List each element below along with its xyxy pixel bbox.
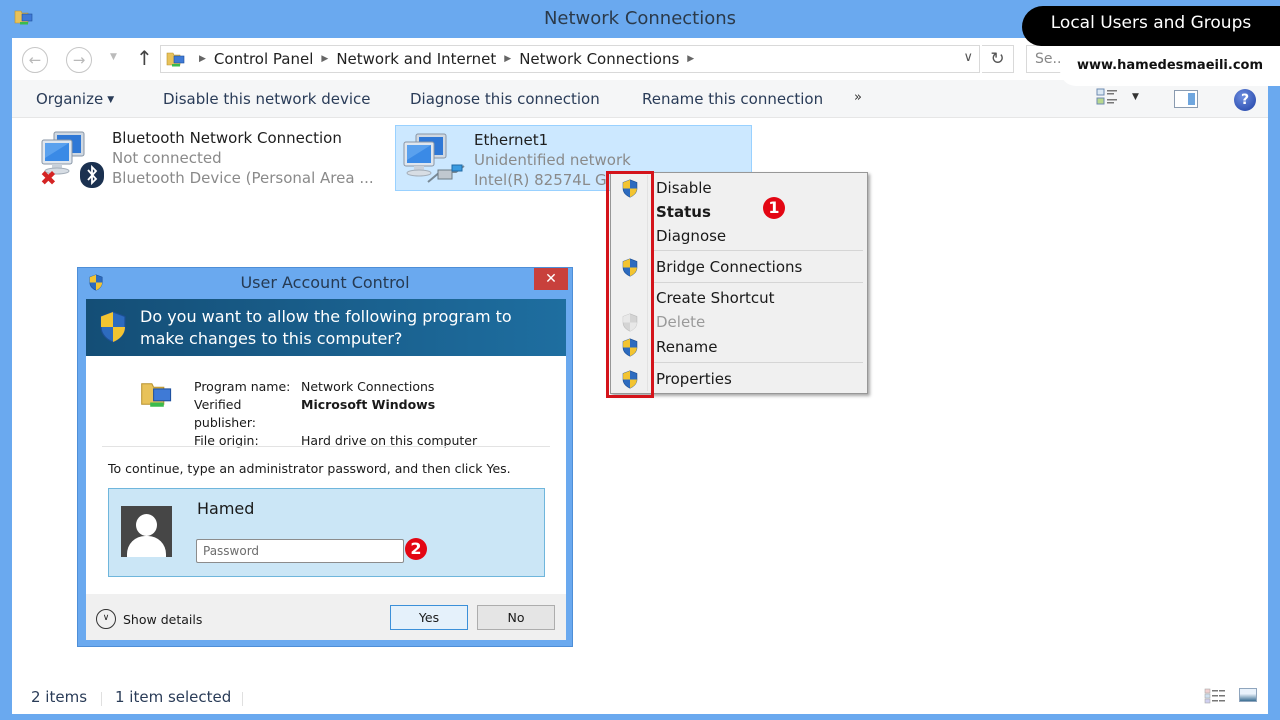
uac-dialog: User Account Control ✕ Do you want to al… xyxy=(77,267,573,647)
uac-question: Do you want to allow the following progr… xyxy=(140,307,512,348)
rename-connection-button[interactable]: Rename this connection xyxy=(642,90,823,108)
chevron-right-icon[interactable]: ▶ xyxy=(687,54,694,64)
menu-separator xyxy=(653,250,863,251)
publisher-value: Microsoft Windows xyxy=(301,397,436,412)
show-details-button[interactable]: ∨ Show details xyxy=(96,609,202,629)
username: Hamed xyxy=(197,499,255,518)
chevron-right-icon[interactable]: ▶ xyxy=(199,54,206,64)
program-name-value: Network Connections xyxy=(301,379,435,394)
breadcrumb-control-panel[interactable]: Control Panel xyxy=(214,50,313,68)
user-avatar-icon xyxy=(121,506,172,557)
close-icon: ✕ xyxy=(545,271,557,287)
diagnose-connection-button[interactable]: Diagnose this connection xyxy=(410,90,600,108)
organize-button[interactable]: Organize ▼ xyxy=(36,90,114,108)
dialog-title: User Account Control xyxy=(240,273,410,292)
chevron-down-icon: ∨ xyxy=(96,609,116,629)
status-divider xyxy=(242,692,243,706)
refresh-icon: ↻ xyxy=(990,49,1005,69)
address-history-dropdown[interactable]: ∨ xyxy=(963,50,973,65)
selected-count: 1 item selected xyxy=(115,688,232,706)
breadcrumb-network-and-internet[interactable]: Network and Internet xyxy=(336,50,496,68)
uac-body: Program name: Network Connections Verifie… xyxy=(86,356,566,594)
network-folder-icon xyxy=(140,378,174,410)
address-bar[interactable]: ▶ Control Panel ▶ Network and Internet ▶… xyxy=(160,45,980,73)
breadcrumb: ▶ Control Panel ▶ Network and Internet ▶… xyxy=(191,50,702,68)
bluetooth-icon xyxy=(80,162,104,188)
network-folder-icon xyxy=(166,50,186,68)
uac-header: Do you want to allow the following progr… xyxy=(86,299,566,356)
arrow-up-icon: ↑ xyxy=(136,46,153,70)
no-button[interactable]: No xyxy=(477,605,555,630)
arrow-right-icon: → xyxy=(72,51,86,69)
watermark-url: www.hamedesmaeili.com xyxy=(1076,58,1263,73)
disable-device-button[interactable]: Disable this network device xyxy=(163,90,371,108)
credential-tile: Hamed xyxy=(108,488,545,577)
step-badge-1: 1 xyxy=(763,197,785,219)
connection-text: Bluetooth Network Connection Not connect… xyxy=(112,128,374,188)
connection-name: Ethernet1 xyxy=(474,131,549,149)
large-icons-view-icon[interactable] xyxy=(1239,688,1257,702)
up-button[interactable]: ↑ xyxy=(136,46,153,70)
item-count: 2 items xyxy=(31,688,88,706)
program-info: Program name: Network Connections Verifie… xyxy=(194,378,477,450)
password-field[interactable] xyxy=(196,539,404,563)
back-button[interactable]: ← xyxy=(22,47,48,73)
divider xyxy=(102,446,550,447)
view-options-dropdown[interactable]: ▼ xyxy=(1132,92,1139,102)
preview-pane-icon[interactable] xyxy=(1174,90,1198,108)
details-view-icon[interactable] xyxy=(1204,688,1226,704)
more-commands-button[interactable]: » xyxy=(854,90,862,105)
status-divider xyxy=(101,692,102,706)
menu-separator xyxy=(653,362,863,363)
yes-button[interactable]: Yes xyxy=(390,605,468,630)
breadcrumb-network-connections[interactable]: Network Connections xyxy=(519,50,679,68)
ethernet-cable-icon xyxy=(427,164,465,183)
watermark-title: Local Users and Groups xyxy=(1050,13,1252,33)
forward-button[interactable]: → xyxy=(66,47,92,73)
file-origin-label: File origin: xyxy=(194,433,259,448)
shield-highlight-annotation xyxy=(606,171,654,398)
uac-footer: ∨ Show details Yes No xyxy=(86,594,566,640)
publisher-label: Verified publisher: xyxy=(194,397,256,430)
chevron-right-icon[interactable]: ▶ xyxy=(504,54,511,64)
arrow-left-icon: ← xyxy=(28,51,42,69)
menu-separator xyxy=(653,282,863,283)
chevron-right-icon[interactable]: ▶ xyxy=(321,54,328,64)
file-origin-value: Hard drive on this computer xyxy=(301,433,478,448)
connection-name: Bluetooth Network Connection xyxy=(112,129,342,147)
help-icon[interactable]: ? xyxy=(1234,89,1256,111)
disconnected-x-icon: ✖ xyxy=(40,166,57,190)
step-badge-2: 2 xyxy=(405,538,427,560)
password-prompt: To continue, type an administrator passw… xyxy=(108,461,511,476)
connection-status: Not connected xyxy=(112,149,222,167)
refresh-button[interactable]: ↻ xyxy=(982,45,1014,73)
uac-shield-icon xyxy=(98,310,128,344)
program-name-label: Program name: xyxy=(194,379,291,394)
status-bar: 2 items 1 item selected xyxy=(12,684,1268,714)
close-button[interactable]: ✕ xyxy=(534,268,568,290)
connection-status: Unidentified network xyxy=(474,151,631,169)
change-view-icon[interactable] xyxy=(1096,88,1118,106)
caret-down-icon: ▼ xyxy=(107,95,115,105)
connection-device: Bluetooth Device (Personal Area ... xyxy=(112,169,374,187)
connection-item-bluetooth[interactable]: ✖ Bluetooth Network Connection Not conne… xyxy=(34,124,384,190)
recent-locations-dropdown[interactable]: ▼ xyxy=(110,52,117,62)
